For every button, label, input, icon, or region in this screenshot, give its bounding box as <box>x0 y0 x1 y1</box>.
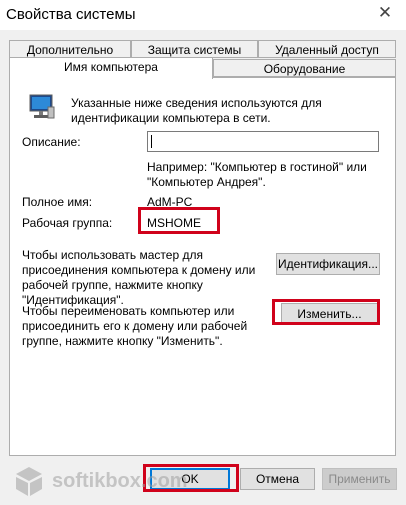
change-button-highlight <box>272 299 380 325</box>
workgroup-highlight <box>138 207 220 234</box>
tab-advanced[interactable]: Дополнительно <box>9 40 131 58</box>
example-text: Например: "Компьютер в гостиной" или "Ко… <box>147 160 367 189</box>
intro-text: Указанные ниже сведения используются для… <box>71 96 322 125</box>
softikbox-logo-icon <box>16 467 42 496</box>
window-title: Свойства системы <box>6 6 136 23</box>
close-icon[interactable]: ✕ <box>372 2 398 26</box>
identification-text: Чтобы использовать мастер для присоедине… <box>22 248 256 307</box>
rename-text: Чтобы переименовать компьютер или присое… <box>22 304 248 348</box>
watermark-text: softikbox.com <box>52 470 188 492</box>
tab-remote-access[interactable]: Удаленный доступ <box>258 40 396 58</box>
text-caret <box>151 135 152 148</box>
description-label: Описание: <box>22 135 81 149</box>
workgroup-label: Рабочая группа: <box>22 216 113 230</box>
description-field[interactable] <box>147 131 379 152</box>
title-bar: Свойства системы ✕ <box>0 0 406 30</box>
tab-hardware[interactable]: Оборудование <box>213 59 396 77</box>
tab-panel: Указанные ниже сведения используются для… <box>9 77 396 456</box>
cancel-button[interactable]: Отмена <box>240 468 315 490</box>
fullname-label: Полное имя: <box>22 195 93 209</box>
tab-system-protection[interactable]: Защита системы <box>131 40 258 58</box>
tab-computer-name[interactable]: Имя компьютера <box>9 57 213 79</box>
apply-button[interactable]: Применить <box>322 468 397 490</box>
computer-icon <box>27 92 57 122</box>
identification-button[interactable]: Идентификация... <box>276 253 380 275</box>
